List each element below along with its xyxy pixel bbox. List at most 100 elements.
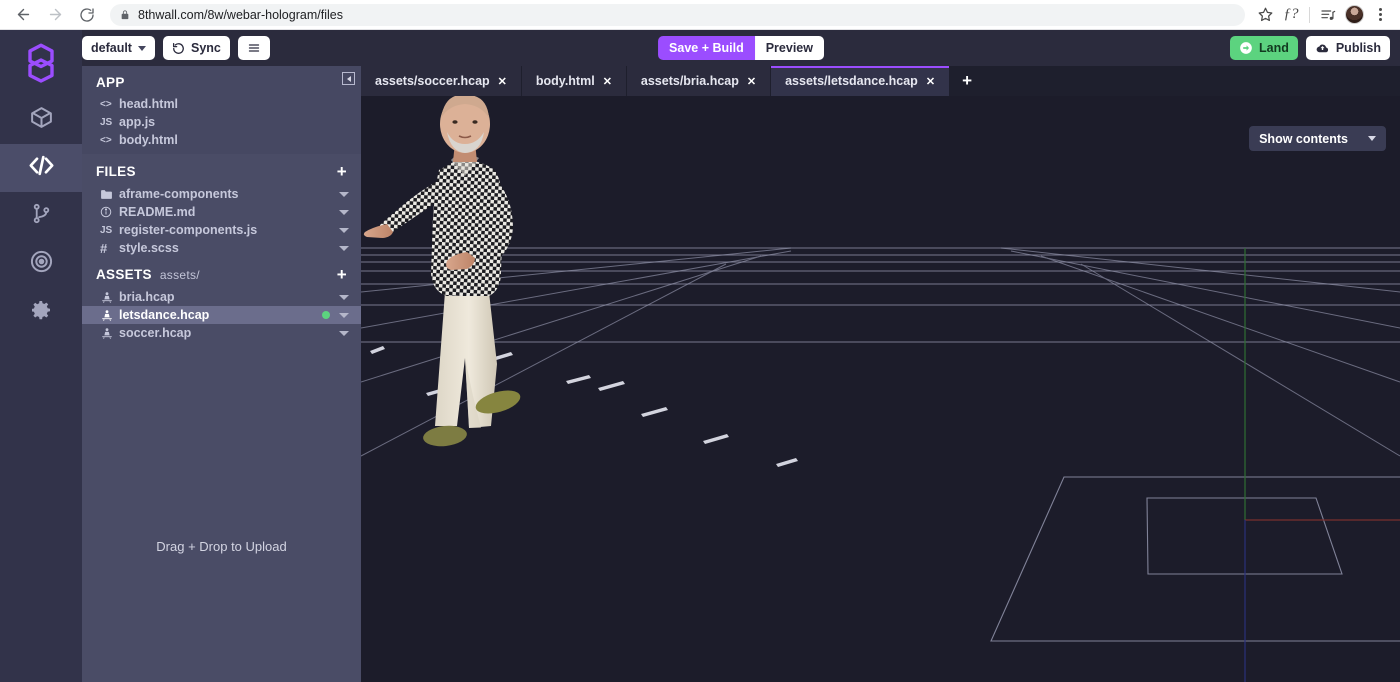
refresh-icon bbox=[172, 42, 185, 55]
tree-item-body-html[interactable]: <> body.html bbox=[82, 131, 361, 149]
publish-button[interactable]: Publish bbox=[1306, 36, 1390, 60]
app-shell: default Sync Save + Build Preview bbox=[0, 30, 1400, 682]
folder-icon bbox=[100, 189, 119, 200]
tree-item-style-scss[interactable]: # style.scss bbox=[82, 239, 361, 257]
lock-icon bbox=[120, 9, 130, 21]
chevron-down-icon[interactable] bbox=[339, 313, 349, 318]
tree-item-label: aframe-components bbox=[119, 187, 238, 201]
tree-item-aframe-components[interactable]: aframe-components bbox=[82, 185, 361, 203]
extension-f-icon[interactable]: ƒ? bbox=[1279, 3, 1303, 27]
js-icon: JS bbox=[100, 225, 119, 236]
collapse-panel-icon[interactable] bbox=[342, 72, 355, 85]
file-tree-panel: APP <> head.html JS app.js <> body.html … bbox=[82, 66, 361, 682]
assets-section-title: ASSETS bbox=[96, 267, 152, 282]
close-icon[interactable]: ✕ bbox=[498, 75, 507, 88]
land-label: Land bbox=[1259, 41, 1289, 55]
kebab-menu-icon[interactable] bbox=[1368, 3, 1392, 27]
tree-item-label: bria.hcap bbox=[119, 290, 175, 304]
sidebar-item-editor[interactable] bbox=[0, 144, 82, 192]
preview-button[interactable]: Preview bbox=[755, 36, 824, 60]
tree-item-letsdance-hcap[interactable]: letsdance.hcap bbox=[82, 306, 361, 324]
app-section: APP <> head.html JS app.js <> body.html bbox=[82, 66, 361, 154]
tree-item-register-components-js[interactable]: JS register-components.js bbox=[82, 221, 361, 239]
add-file-button[interactable]: + bbox=[337, 163, 347, 180]
tab-assets-letsdance-hcap[interactable]: assets/letsdance.hcap ✕ bbox=[771, 66, 950, 96]
left-shoe bbox=[422, 424, 468, 448]
add-asset-button[interactable]: + bbox=[337, 266, 347, 283]
tree-item-readme-md[interactable]: README.md bbox=[82, 203, 361, 221]
eighthwall-logo-icon[interactable] bbox=[0, 30, 82, 96]
tab-label: body.html bbox=[536, 74, 595, 88]
save-build-button[interactable]: Save + Build bbox=[658, 36, 755, 60]
hash-icon: # bbox=[100, 241, 119, 256]
toolbar-divider bbox=[1309, 7, 1310, 23]
top-toolbar: default Sync Save + Build Preview bbox=[82, 30, 1400, 66]
chevron-down-icon[interactable] bbox=[339, 295, 349, 300]
branch-selector[interactable]: default bbox=[82, 36, 155, 60]
close-icon[interactable]: ✕ bbox=[926, 75, 935, 88]
files-section: FILES + aframe-components README.md JS r… bbox=[82, 154, 361, 257]
chevron-down-icon bbox=[138, 46, 146, 51]
browser-reload-button[interactable] bbox=[74, 2, 100, 28]
avatar[interactable] bbox=[1342, 3, 1366, 27]
tab-label: assets/soccer.hcap bbox=[375, 74, 490, 88]
branch-label: default bbox=[91, 41, 132, 55]
star-icon[interactable] bbox=[1253, 3, 1277, 27]
app-section-title: APP bbox=[96, 75, 125, 90]
editor-tab-bar: assets/soccer.hcap ✕ body.html ✕ assets/… bbox=[361, 66, 1400, 96]
tab-assets-soccer-hcap[interactable]: assets/soccer.hcap ✕ bbox=[361, 66, 522, 96]
tree-item-bria-hcap[interactable]: bria.hcap bbox=[82, 288, 361, 306]
assets-section: ASSETS assets/ + bria.hcap letsdance.hca… bbox=[82, 257, 361, 342]
hologram-icon bbox=[100, 291, 119, 304]
outer-plane bbox=[991, 477, 1400, 641]
tree-item-label: README.md bbox=[119, 205, 195, 219]
sidebar-item-analytics[interactable] bbox=[0, 240, 82, 288]
sidebar-item-settings[interactable] bbox=[0, 288, 82, 336]
target-icon bbox=[29, 249, 54, 279]
sidebar-item-version-control[interactable] bbox=[0, 192, 82, 240]
close-icon[interactable]: ✕ bbox=[747, 75, 756, 88]
browser-toolbar: 8thwall.com/8w/webar-hologram/files ƒ? bbox=[0, 0, 1400, 30]
show-contents-label: Show contents bbox=[1259, 132, 1348, 146]
volumetric-capture-subject bbox=[361, 96, 591, 496]
hologram-viewport[interactable]: Show contents bbox=[361, 96, 1400, 682]
playlist-icon[interactable] bbox=[1316, 3, 1340, 27]
tree-item-label: app.js bbox=[119, 115, 155, 129]
cloud-upload-icon bbox=[1315, 42, 1330, 55]
toolbar-menu-button[interactable] bbox=[238, 36, 270, 60]
sync-label: Sync bbox=[191, 41, 221, 55]
hologram-icon bbox=[100, 327, 119, 340]
show-contents-dropdown[interactable]: Show contents bbox=[1249, 126, 1386, 151]
toolbar-right-group: Land Publish bbox=[1230, 36, 1390, 60]
new-tab-button[interactable]: + bbox=[950, 66, 984, 96]
build-preview-group: Save + Build Preview bbox=[658, 36, 824, 60]
sidebar-item-projects[interactable] bbox=[0, 96, 82, 144]
tab-body-html[interactable]: body.html ✕ bbox=[522, 66, 627, 96]
upload-dropzone[interactable]: Drag + Drop to Upload bbox=[82, 539, 361, 554]
html-icon: <> bbox=[100, 99, 119, 110]
sync-button[interactable]: Sync bbox=[163, 36, 230, 60]
land-button[interactable]: Land bbox=[1230, 36, 1298, 60]
url-text: 8thwall.com/8w/webar-hologram/files bbox=[138, 8, 343, 22]
tree-item-head-html[interactable]: <> head.html bbox=[82, 95, 361, 113]
chevron-down-icon[interactable] bbox=[339, 331, 349, 336]
tree-item-label: register-components.js bbox=[119, 223, 257, 237]
left-nav-rail bbox=[0, 30, 82, 682]
files-section-header: FILES + bbox=[82, 154, 361, 185]
tree-item-app-js[interactable]: JS app.js bbox=[82, 113, 361, 131]
browser-back-button[interactable] bbox=[10, 2, 36, 28]
tab-assets-bria-hcap[interactable]: assets/bria.hcap ✕ bbox=[627, 66, 771, 96]
chevron-down-icon[interactable] bbox=[339, 192, 349, 197]
chevron-down-icon[interactable] bbox=[339, 246, 349, 251]
tree-item-label: style.scss bbox=[119, 241, 179, 255]
close-icon[interactable]: ✕ bbox=[603, 75, 612, 88]
chevron-down-icon[interactable] bbox=[339, 228, 349, 233]
html-icon: <> bbox=[100, 135, 119, 146]
tab-label: assets/bria.hcap bbox=[641, 74, 739, 88]
browser-forward-button[interactable] bbox=[42, 2, 68, 28]
tree-item-label: letsdance.hcap bbox=[119, 308, 209, 322]
address-bar[interactable]: 8thwall.com/8w/webar-hologram/files bbox=[110, 4, 1245, 26]
status-badge bbox=[322, 311, 330, 319]
chevron-down-icon[interactable] bbox=[339, 210, 349, 215]
tree-item-soccer-hcap[interactable]: soccer.hcap bbox=[82, 324, 361, 342]
